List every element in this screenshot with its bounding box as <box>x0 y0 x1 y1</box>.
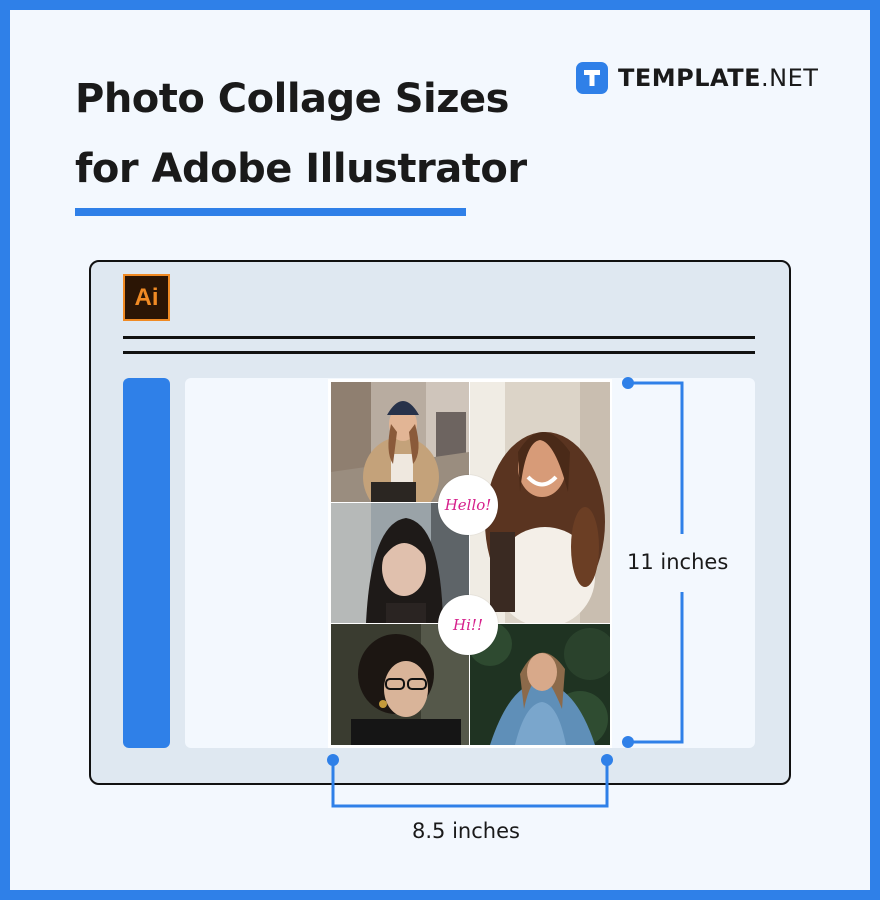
brand-name-suffix: .NET <box>761 64 819 92</box>
brand-name: TEMPLATE.NET <box>618 64 818 92</box>
height-dimension-label: 11 inches <box>627 550 729 574</box>
template-logo-icon <box>576 62 608 94</box>
sticker-hi: Hi!! <box>438 595 498 655</box>
title-line-2: for Adobe Illustrator <box>75 146 527 192</box>
width-dimension-label: 8.5 inches <box>412 819 520 843</box>
sticker-hello: Hello! <box>438 475 498 535</box>
brand-name-bold: TEMPLATE <box>618 64 762 92</box>
menu-bar-line-bottom <box>123 351 755 354</box>
photo-collage: Hello! Hi!! <box>328 379 612 748</box>
title-underline <box>75 208 466 216</box>
menu-bar-line-top <box>123 336 755 339</box>
tools-sidebar <box>123 378 170 748</box>
title-line-1: Photo Collage Sizes <box>75 76 509 122</box>
page-title: Photo Collage Sizes for Adobe Illustrato… <box>75 64 527 204</box>
brand-logo-block: TEMPLATE.NET <box>576 62 818 94</box>
adobe-illustrator-icon: Ai <box>123 274 170 321</box>
